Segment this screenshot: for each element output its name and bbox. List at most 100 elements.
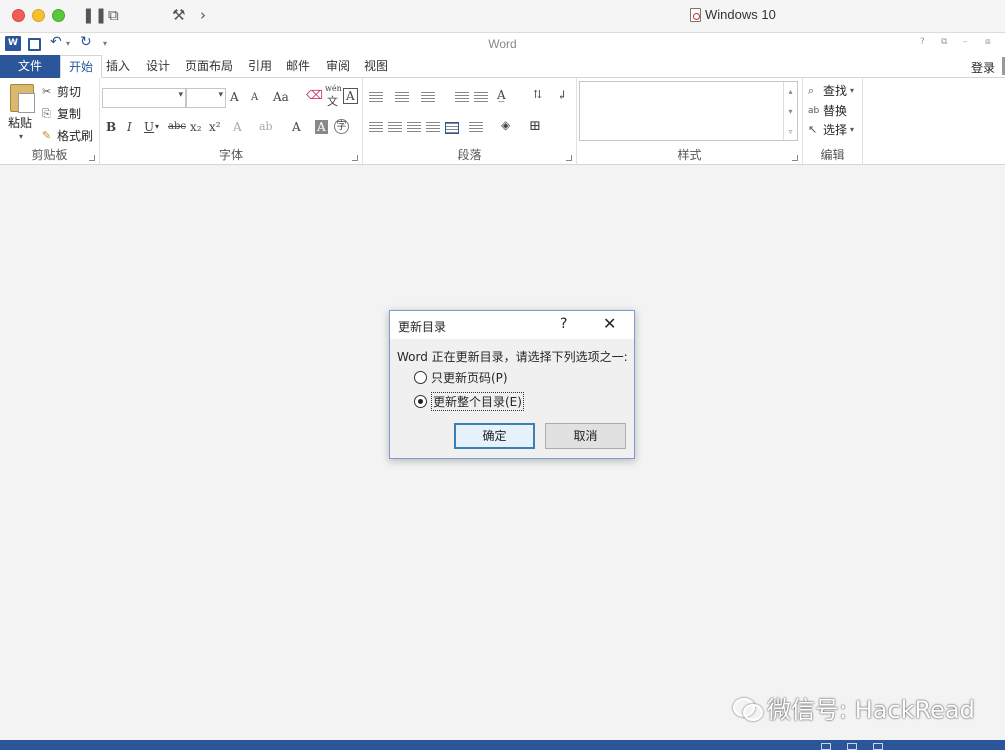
tab-references[interactable]: 引用 bbox=[240, 55, 280, 78]
format-painter-button[interactable]: ✎ 格式刷 bbox=[42, 127, 93, 144]
ribbon-display-icon[interactable]: ⧉ bbox=[941, 37, 947, 47]
strikethrough-button[interactable]: abc bbox=[168, 121, 186, 132]
minimize-window-button[interactable] bbox=[32, 9, 45, 22]
redo-icon[interactable]: ↻ bbox=[80, 34, 92, 50]
highlight-button[interactable]: ab bbox=[259, 120, 273, 133]
select-button[interactable]: ↖ 选择 ▾ bbox=[808, 121, 854, 138]
underline-button[interactable]: U bbox=[144, 120, 154, 134]
enclose-char-button[interactable]: 字 bbox=[334, 119, 349, 134]
asian-layout-icon[interactable]: A̲ bbox=[497, 88, 506, 102]
ribbon-tabs: 文件 开始 插入 设计 页面布局 引用 邮件 审阅 视图 登录 bbox=[0, 55, 1005, 78]
numbering-icon[interactable] bbox=[395, 92, 409, 104]
align-right-icon[interactable] bbox=[407, 122, 421, 134]
vm-title-text: Windows 10 bbox=[705, 7, 776, 22]
paste-button[interactable]: 粘贴 bbox=[8, 114, 32, 131]
help-icon[interactable]: ? bbox=[920, 37, 925, 47]
pause-icon[interactable]: ❚❚ bbox=[82, 6, 107, 24]
wechat-icon bbox=[733, 696, 763, 721]
zoom-window-button[interactable] bbox=[52, 9, 65, 22]
tab-insert[interactable]: 插入 bbox=[98, 55, 138, 78]
replace-button[interactable]: ab 替换 bbox=[808, 102, 847, 119]
phonetic-guide-top[interactable]: wén bbox=[325, 84, 342, 93]
option-entire-toc[interactable]: 更新整个目录(E) bbox=[414, 392, 524, 411]
radio-entire-toc[interactable] bbox=[414, 395, 427, 408]
tab-review[interactable]: 审阅 bbox=[318, 55, 358, 78]
login-link[interactable]: 登录 bbox=[971, 59, 995, 76]
option-page-numbers[interactable]: 只更新页码(P) bbox=[414, 369, 508, 386]
read-mode-icon[interactable] bbox=[821, 743, 831, 750]
shading-icon[interactable]: ◈ bbox=[501, 118, 510, 132]
wrench-icon[interactable]: ⚒ bbox=[172, 6, 185, 24]
borders-icon[interactable]: ⊞ bbox=[529, 118, 541, 134]
find-label: 查找 bbox=[823, 84, 848, 98]
dialog-help-button[interactable]: ? bbox=[560, 316, 567, 332]
clear-format-icon[interactable]: ⌫ bbox=[306, 88, 323, 102]
cut-button[interactable]: ✂ 剪切 bbox=[42, 83, 81, 100]
tab-mailings[interactable]: 邮件 bbox=[278, 55, 318, 78]
snapshot-icon[interactable]: ⧉ bbox=[108, 6, 119, 24]
ok-button[interactable]: 确定 bbox=[454, 423, 535, 449]
align-left-icon[interactable] bbox=[369, 122, 383, 134]
tab-home[interactable]: 开始 bbox=[60, 55, 103, 78]
sort-icon[interactable]: ⇅ bbox=[533, 88, 542, 101]
underline-dropdown-icon[interactable]: ▾ bbox=[155, 122, 159, 131]
copy-button[interactable]: ⎘ 复制 bbox=[42, 105, 81, 122]
font-size-combo[interactable] bbox=[186, 88, 226, 108]
subscript-button[interactable]: x₂ bbox=[190, 120, 202, 134]
restore-icon[interactable]: ⧈ bbox=[985, 37, 991, 47]
cancel-button[interactable]: 取消 bbox=[545, 423, 626, 449]
text-effects-button[interactable]: A bbox=[233, 120, 242, 134]
styles-scroll-down-icon[interactable]: ▾ bbox=[784, 102, 797, 122]
distributed-icon[interactable] bbox=[445, 122, 459, 134]
font-launcher-icon[interactable] bbox=[352, 155, 358, 161]
styles-gallery-scroll: ▴ ▾ ▿ bbox=[783, 82, 797, 140]
format-painter-label: 格式刷 bbox=[57, 129, 94, 143]
increase-indent-icon[interactable] bbox=[474, 92, 488, 104]
styles-scroll-up-icon[interactable]: ▴ bbox=[784, 82, 797, 102]
styles-launcher-icon[interactable] bbox=[792, 155, 798, 161]
tab-file[interactable]: 文件 bbox=[0, 55, 60, 78]
web-layout-icon[interactable] bbox=[873, 743, 883, 750]
ribbon-home: 粘贴 ▾ ✂ 剪切 ⎘ 复制 ✎ 格式刷 剪贴板 A A Aa ⌫ wén 文 … bbox=[0, 78, 1005, 165]
line-spacing-icon[interactable] bbox=[469, 122, 483, 134]
show-marks-icon[interactable]: ↲ bbox=[557, 88, 567, 102]
tab-design[interactable]: 设计 bbox=[138, 55, 178, 78]
close-window-button[interactable] bbox=[12, 9, 25, 22]
font-name-combo[interactable] bbox=[102, 88, 186, 108]
customize-qat-icon[interactable]: ▾ bbox=[103, 39, 107, 48]
undo-dropdown-icon[interactable]: ▾ bbox=[66, 39, 70, 48]
phonetic-guide-button[interactable]: 文 bbox=[327, 93, 338, 109]
save-icon[interactable] bbox=[28, 38, 41, 51]
minimize-icon[interactable]: – bbox=[963, 37, 968, 47]
italic-button[interactable]: I bbox=[127, 120, 132, 134]
tab-layout[interactable]: 页面布局 bbox=[177, 55, 241, 78]
change-case-button[interactable]: Aa bbox=[273, 90, 289, 104]
multilevel-list-icon[interactable] bbox=[421, 92, 435, 104]
bold-button[interactable]: B bbox=[106, 120, 116, 134]
paragraph-launcher-icon[interactable] bbox=[566, 155, 572, 161]
superscript-button[interactable]: x² bbox=[209, 120, 221, 134]
select-dropdown-icon: ▾ bbox=[850, 125, 855, 134]
justify-icon[interactable] bbox=[426, 122, 440, 134]
radio-page-numbers[interactable] bbox=[414, 371, 427, 384]
char-border-button[interactable]: A bbox=[343, 88, 358, 104]
dialog-close-button[interactable]: ✕ bbox=[603, 314, 616, 333]
grow-font-button[interactable]: A bbox=[230, 90, 239, 104]
bullets-icon[interactable] bbox=[369, 92, 383, 104]
shrink-font-button[interactable]: A bbox=[251, 92, 258, 103]
font-color-button[interactable]: A bbox=[292, 120, 301, 134]
char-shading-button[interactable]: A bbox=[315, 120, 328, 134]
decrease-indent-icon[interactable] bbox=[455, 92, 469, 104]
clipboard-paste-icon[interactable] bbox=[10, 84, 35, 113]
clipboard-launcher-icon[interactable] bbox=[89, 155, 95, 161]
watermark: 微信号: HackRead bbox=[733, 690, 975, 725]
undo-icon[interactable]: ↶ bbox=[50, 34, 62, 50]
styles-gallery[interactable]: ▴ ▾ ▿ bbox=[579, 81, 798, 141]
find-button[interactable]: ⌕ 查找 ▾ bbox=[808, 82, 854, 99]
chevron-right-icon[interactable]: › bbox=[200, 6, 206, 24]
tab-view[interactable]: 视图 bbox=[356, 55, 396, 78]
paste-dropdown-icon[interactable]: ▾ bbox=[19, 132, 23, 141]
align-center-icon[interactable] bbox=[388, 122, 402, 134]
styles-more-icon[interactable]: ▿ bbox=[784, 122, 797, 142]
print-layout-icon[interactable] bbox=[847, 743, 857, 750]
